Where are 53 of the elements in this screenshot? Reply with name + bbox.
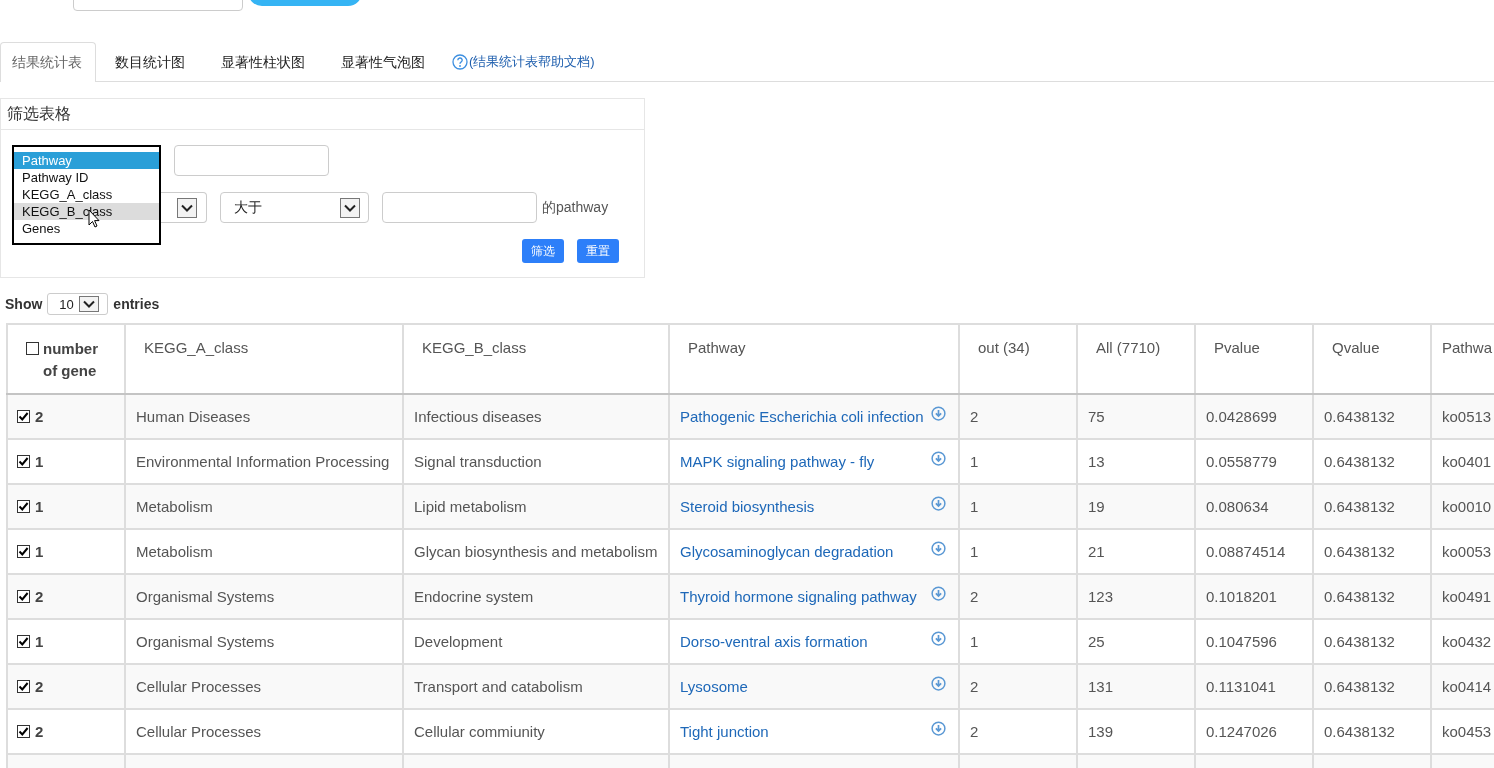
pathway-link[interactable]: Lysosome	[680, 678, 748, 695]
filter-button[interactable]: 筛选	[522, 239, 564, 263]
gene-count: 2	[35, 677, 44, 695]
gene-count: 1	[35, 632, 44, 650]
checkbox[interactable]	[17, 634, 30, 648]
dropdown-option[interactable]: Pathway ID	[14, 169, 159, 186]
gene-count: 1	[35, 452, 44, 470]
checkbox[interactable]	[17, 589, 30, 603]
download-icon[interactable]	[931, 406, 946, 421]
column-header: number of gene	[43, 339, 99, 381]
checkbox[interactable]	[17, 499, 30, 513]
download-icon[interactable]	[931, 631, 946, 646]
entries-label: Show	[5, 296, 43, 312]
download-icon[interactable]	[931, 451, 946, 466]
page-size-select[interactable]: 10	[47, 293, 109, 315]
input-field[interactable]	[382, 192, 537, 223]
dropdown-option[interactable]: KEGG_A_class	[14, 186, 159, 203]
pathway-link[interactable]: Steroid biosynthesis	[680, 498, 815, 515]
download-icon[interactable]	[931, 541, 946, 556]
tab[interactable]: 结果统计表	[0, 42, 96, 82]
download-icon[interactable]	[931, 676, 946, 691]
dropdown-option[interactable]: KEGG_B_class	[14, 203, 159, 220]
gene-count: 1	[35, 497, 44, 515]
reset-button[interactable]: 重置	[577, 239, 619, 263]
checkbox[interactable]	[17, 454, 30, 468]
tab[interactable]: 显著性柱状图	[204, 42, 322, 82]
checkbox[interactable]	[26, 342, 39, 355]
pathway-link[interactable]: Tight junction	[680, 723, 769, 740]
checkbox[interactable]	[17, 679, 30, 693]
gene-count: 2	[35, 587, 44, 605]
select-field[interactable]: 大于	[220, 192, 369, 223]
input-field[interactable]	[174, 145, 329, 176]
tab[interactable]: 数目统计图	[98, 42, 202, 82]
checkbox[interactable]	[17, 724, 30, 738]
panel-title: 筛选表格	[1, 99, 644, 130]
field-label: 的pathway	[542, 198, 609, 217]
help-link[interactable]: (结果统计表帮助文档)	[452, 52, 595, 71]
select-field[interactable]	[161, 192, 207, 223]
gene-count: 1	[35, 542, 44, 560]
gene-count: 2	[35, 407, 44, 425]
entries-label: entries	[113, 296, 160, 312]
column-header[interactable]: Pathway	[669, 324, 959, 394]
column-header[interactable]: KEGG_A_class	[125, 324, 403, 394]
tab[interactable]: 显著性气泡图	[324, 42, 442, 82]
gene-count: 2	[35, 722, 44, 740]
dropdown-option[interactable]: Genes	[14, 220, 159, 237]
checkbox[interactable]	[17, 409, 30, 423]
download-icon[interactable]	[931, 721, 946, 736]
checkbox[interactable]	[17, 544, 30, 558]
help-icon[interactable]	[452, 53, 468, 70]
dropdown-list[interactable]: Pathway Pathway ID KEGG_A_class KEGG_B_class Genes	[12, 145, 161, 245]
download-icon[interactable]	[931, 496, 946, 511]
download-icon[interactable]	[931, 586, 946, 601]
